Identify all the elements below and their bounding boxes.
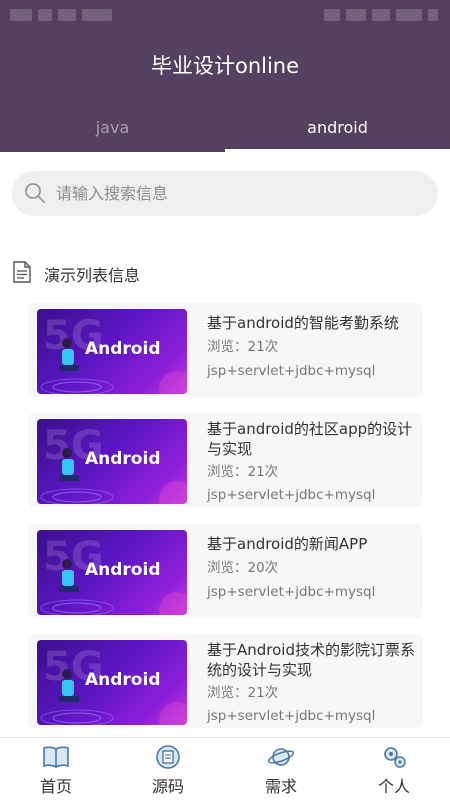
nav-item-home[interactable]: 首页 [0,738,112,800]
thumbnail-label: Android [85,560,161,580]
list-item[interactable]: 5G Android 基于Android技术的影院订票系统的设计与实现 浏览：2… [28,634,423,728]
item-title: 基于android的社区app的设计与实现 [207,420,413,458]
thumbnail-label: Android [85,449,161,469]
item-views: 浏览：21次 [207,339,279,355]
tab-active-indicator [225,149,450,152]
nav-label: 个人 [377,777,410,796]
item-info: 基于android的社区app的设计与实现 浏览：21次 jsp+servlet… [207,419,421,505]
nav-label: 源码 [151,777,184,796]
thumbnail-image: 5G Android [37,309,187,394]
book-icon [43,746,69,768]
app-title: 毕业设计online [150,54,300,78]
item-views: 浏览：20次 [207,560,279,576]
nav-item-source[interactable]: 源码 [112,738,224,800]
item-info: 基于Android技术的影院订票系统的设计与实现 浏览：21次 jsp+serv… [207,640,421,726]
search-input[interactable] [56,171,416,216]
item-tech: jsp+servlet+jdbc+mysql [207,487,376,503]
thumbnail-label: Android [85,670,161,690]
search-icon [25,183,45,203]
list-item[interactable]: 5G Android 基于android的社区app的设计与实现 浏览：21次 … [28,413,423,507]
item-info: 基于android的新闻APP 浏览：20次 jsp+servlet+jdbc+… [207,534,421,602]
gear-icon [384,747,406,768]
thumbnail-image: 5G Android [37,419,187,504]
tab-java[interactable]: java [0,104,225,152]
status-bar [0,0,450,28]
app-header: 毕业设计online java android [0,0,450,152]
list-item[interactable]: 5G Android 基于android的智能考勤系统 浏览：21次 jsp+s… [28,303,423,397]
item-info: 基于android的智能考勤系统 浏览：21次 jsp+servlet+jdbc… [207,313,421,381]
tab-bar: java android [0,104,450,152]
section-title: 演示列表信息 [44,266,141,285]
bottom-nav: 首页 源码 需求 个人 [0,737,450,800]
item-views: 浏览：21次 [207,464,279,480]
nav-item-profile[interactable]: 个人 [338,738,450,800]
nav-label: 需求 [264,777,297,796]
thumbnail-image: 5G Android [37,530,187,615]
item-tech: jsp+servlet+jdbc+mysql [207,363,376,379]
search-bar[interactable] [12,171,438,216]
list-item[interactable]: 5G Android 基于android的新闻APP 浏览：20次 jsp+se… [28,524,423,618]
item-tech: jsp+servlet+jdbc+mysql [207,708,376,724]
nav-item-demand[interactable]: 需求 [225,738,337,800]
status-bar-right [288,6,438,21]
item-title: 基于Android技术的影院订票系统的设计与实现 [207,641,415,679]
section-header: 演示列表信息 [12,260,312,286]
document-icon [13,261,31,283]
item-tech: jsp+servlet+jdbc+mysql [207,584,376,600]
code-icon [156,745,180,769]
nav-label: 首页 [39,777,72,796]
item-title: 基于android的新闻APP [207,535,368,553]
item-views: 浏览：21次 [207,685,279,701]
planet-icon [267,748,295,766]
status-bar-left [10,6,150,21]
thumbnail-label: Android [85,339,161,359]
thumbnail-image: 5G Android [37,640,187,725]
tab-android[interactable]: android [225,104,450,152]
item-title: 基于android的智能考勤系统 [207,314,399,332]
